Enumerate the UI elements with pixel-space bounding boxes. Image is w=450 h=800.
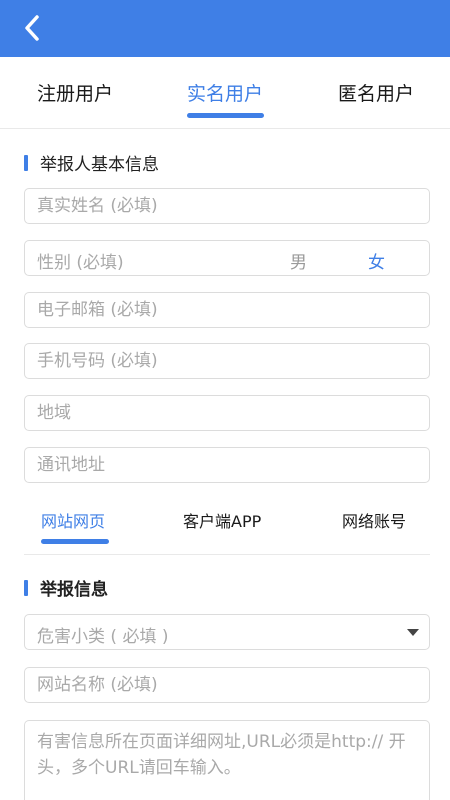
url-field: [24, 720, 430, 800]
real-name-input[interactable]: [25, 189, 429, 223]
report-info-heading: 举报信息: [24, 575, 108, 600]
category-select[interactable]: 危害小类 ( 必填 ): [24, 614, 430, 650]
email-field: [24, 292, 430, 328]
tab-real-name-user[interactable]: 实名用户: [187, 79, 263, 106]
real-name-field: [24, 188, 430, 224]
gender-female-option[interactable]: 女: [368, 248, 385, 273]
basic-info-title: 举报人基本信息: [40, 155, 159, 175]
caret-down-icon: [407, 629, 419, 636]
basic-info-heading: 举报人基本信息: [24, 150, 159, 175]
section-marker: [24, 579, 28, 596]
report-info-title: 举报信息: [40, 580, 108, 600]
region-field: [24, 395, 430, 431]
tab-website[interactable]: 网站网页: [41, 508, 105, 532]
email-input[interactable]: [25, 293, 429, 327]
address-input[interactable]: [25, 448, 429, 482]
gender-male-option[interactable]: 男: [290, 248, 307, 273]
user-type-tabs: 注册用户 实名用户 匿名用户: [0, 57, 450, 129]
address-field: [24, 447, 430, 483]
tab-registered-user[interactable]: 注册用户: [37, 79, 113, 106]
url-textarea[interactable]: [25, 721, 429, 800]
phone-field: [24, 343, 430, 379]
active-site-tab-indicator: [41, 539, 109, 544]
region-input[interactable]: [25, 396, 429, 430]
divider: [24, 554, 430, 555]
gender-field: 性别 (必填) 男 女: [24, 240, 430, 276]
back-button[interactable]: [14, 10, 50, 46]
report-target-tabs: 网站网页 客户端APP 网络账号: [0, 494, 450, 554]
site-name-input[interactable]: [25, 668, 429, 702]
tab-client-app[interactable]: 客户端APP: [183, 508, 261, 532]
tab-anonymous-user[interactable]: 匿名用户: [338, 79, 414, 106]
app-bar: [0, 0, 450, 57]
phone-input[interactable]: [25, 344, 429, 378]
tab-network-account[interactable]: 网络账号: [342, 508, 406, 532]
active-tab-indicator: [187, 113, 264, 118]
section-marker: [24, 154, 28, 171]
site-name-field: [24, 667, 430, 703]
category-select-text: 危害小类 ( 必填 ): [37, 627, 169, 647]
chevron-left-icon: [22, 14, 42, 42]
gender-label: 性别 (必填): [37, 253, 124, 273]
